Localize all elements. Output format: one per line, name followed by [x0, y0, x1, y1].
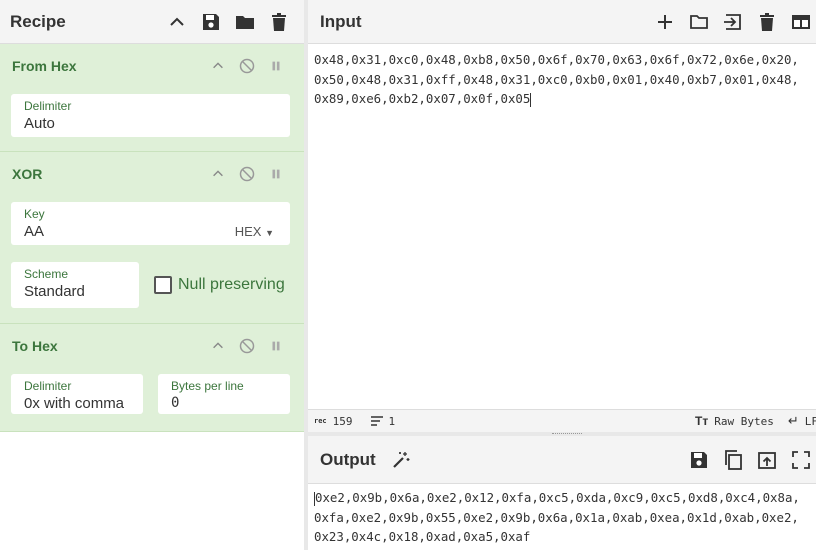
- encoding-value: Raw Bytes: [714, 414, 774, 428]
- operation-to-hex: To Hex Delimiter 0x with comma Bytes per…: [0, 324, 304, 432]
- input-line-last: 0x89,0xe6,0xb2,0x07,0x0f,0x05: [314, 91, 532, 107]
- pause-icon[interactable]: [267, 58, 284, 75]
- pause-icon[interactable]: [267, 166, 284, 183]
- maximise-icon[interactable]: [790, 449, 812, 471]
- eol-selector[interactable]: ↵ LF: [788, 413, 816, 429]
- operation-name: From Hex: [12, 58, 77, 74]
- plus-icon[interactable]: [654, 11, 676, 33]
- field-value: AA: [24, 223, 45, 240]
- field-value: 0x with comma: [24, 395, 125, 412]
- save-icon[interactable]: [200, 11, 222, 33]
- key-format-dropdown[interactable]: HEX ▼: [235, 224, 274, 239]
- trash-icon[interactable]: [268, 11, 290, 33]
- length-value: 159: [332, 414, 353, 428]
- scheme-field[interactable]: Scheme Standard: [11, 262, 139, 308]
- operation-from-hex: From Hex Delimiter Auto: [0, 44, 304, 152]
- import-icon[interactable]: [722, 11, 744, 33]
- chevron-up-icon[interactable]: [209, 166, 226, 183]
- operation-name: To Hex: [12, 338, 58, 354]
- replace-input-icon[interactable]: [756, 449, 778, 471]
- output-pane: Output 0xe2,0x9b,0x6a,0xe2,0x12,0xfa,0xc…: [308, 436, 816, 550]
- output-line: 0x23,0x4c,0x18,0xad,0xa5,0xaf: [314, 529, 531, 544]
- bytes-per-line-field[interactable]: Bytes per line 0: [158, 374, 290, 414]
- field-value: Auto: [24, 115, 55, 132]
- lines-value: 1: [388, 414, 396, 428]
- input-title: Input: [320, 11, 362, 31]
- input-header: Input: [308, 0, 816, 44]
- length-label: rec: [314, 417, 327, 425]
- operation-name: XOR: [12, 166, 43, 182]
- operation-xor: XOR Key AA HEX ▼ Scheme Standard Null pr…: [0, 152, 304, 324]
- output-textarea[interactable]: 0xe2,0x9b,0x6a,0xe2,0x12,0xfa,0xc5,0xda,…: [308, 484, 816, 547]
- folder-icon[interactable]: [234, 11, 256, 33]
- chevron-up-icon[interactable]: [209, 58, 226, 75]
- eol-value: LF: [804, 414, 816, 428]
- output-line: 0xfa,0xe2,0x9b,0x55,0xe2,0x9b,0x6a,0x1a,…: [314, 509, 799, 525]
- field-value: 0: [171, 395, 180, 411]
- copy-icon[interactable]: [722, 449, 744, 471]
- null-preserving-checkbox[interactable]: Null preserving: [154, 276, 285, 294]
- output-header: Output: [308, 436, 816, 484]
- magic-wand-icon[interactable]: [390, 449, 412, 471]
- disable-icon[interactable]: [238, 338, 255, 355]
- folder-icon[interactable]: [688, 11, 710, 33]
- field-label: Delimiter: [24, 99, 72, 113]
- disable-icon[interactable]: [238, 166, 255, 183]
- return-icon: ↵: [787, 413, 799, 428]
- encoding-selector[interactable]: Tᴛ Raw Bytes: [695, 414, 774, 428]
- layout-icon[interactable]: [790, 11, 812, 33]
- caret-down-icon: ▼: [265, 228, 274, 238]
- input-pane: Input 0x48,0x31,0xc0,0x48,0xb8,0x50,0x6f…: [308, 0, 816, 432]
- lines-indicator: 1: [370, 414, 396, 428]
- trash-icon[interactable]: [756, 11, 778, 33]
- output-line-first: 0xe2,0x9b,0x6a,0xe2,0x12,0xfa,0xc5,0xda,…: [314, 490, 800, 506]
- checkbox-box[interactable]: [154, 276, 172, 294]
- recipe-header: Recipe: [0, 0, 304, 44]
- checkbox-label: Null preserving: [178, 276, 285, 293]
- pause-icon[interactable]: [267, 338, 284, 355]
- save-icon[interactable]: [688, 449, 710, 471]
- disable-icon[interactable]: [238, 58, 255, 75]
- delimiter-field[interactable]: Delimiter Auto: [11, 94, 290, 137]
- delimiter-field[interactable]: Delimiter 0x with comma: [11, 374, 143, 414]
- text-encoding-icon: Tᴛ: [695, 414, 709, 428]
- lines-icon: [370, 416, 383, 426]
- field-label: Key: [24, 207, 45, 221]
- recipe-title: Recipe: [10, 11, 66, 31]
- field-label: Delimiter: [24, 379, 72, 393]
- input-textarea[interactable]: 0x48,0x31,0xc0,0x48,0xb8,0x50,0x6f,0x70,…: [308, 44, 816, 109]
- field-value: Standard: [24, 283, 85, 300]
- input-line: 0x48,0x31,0xc0,0x48,0xb8,0x50,0x6f,0x70,…: [314, 52, 799, 67]
- chevron-up-icon[interactable]: [166, 11, 188, 33]
- output-title: Output: [320, 449, 376, 469]
- input-line: 0x50,0x48,0x31,0xff,0x48,0x31,0xc0,0xb0,…: [314, 71, 799, 87]
- chevron-up-icon[interactable]: [209, 338, 226, 355]
- length-indicator: rec 159: [314, 415, 353, 428]
- input-status-bar: rec 159 1 Tᴛ Raw Bytes ↵ LF: [308, 409, 816, 432]
- field-label: Scheme: [24, 267, 69, 281]
- text-cursor: [530, 92, 532, 107]
- field-label: Bytes per line: [171, 379, 244, 393]
- recipe-panel: Recipe From Hex Delimiter Auto XOR Key A…: [0, 0, 304, 550]
- key-field[interactable]: Key AA HEX ▼: [11, 202, 290, 245]
